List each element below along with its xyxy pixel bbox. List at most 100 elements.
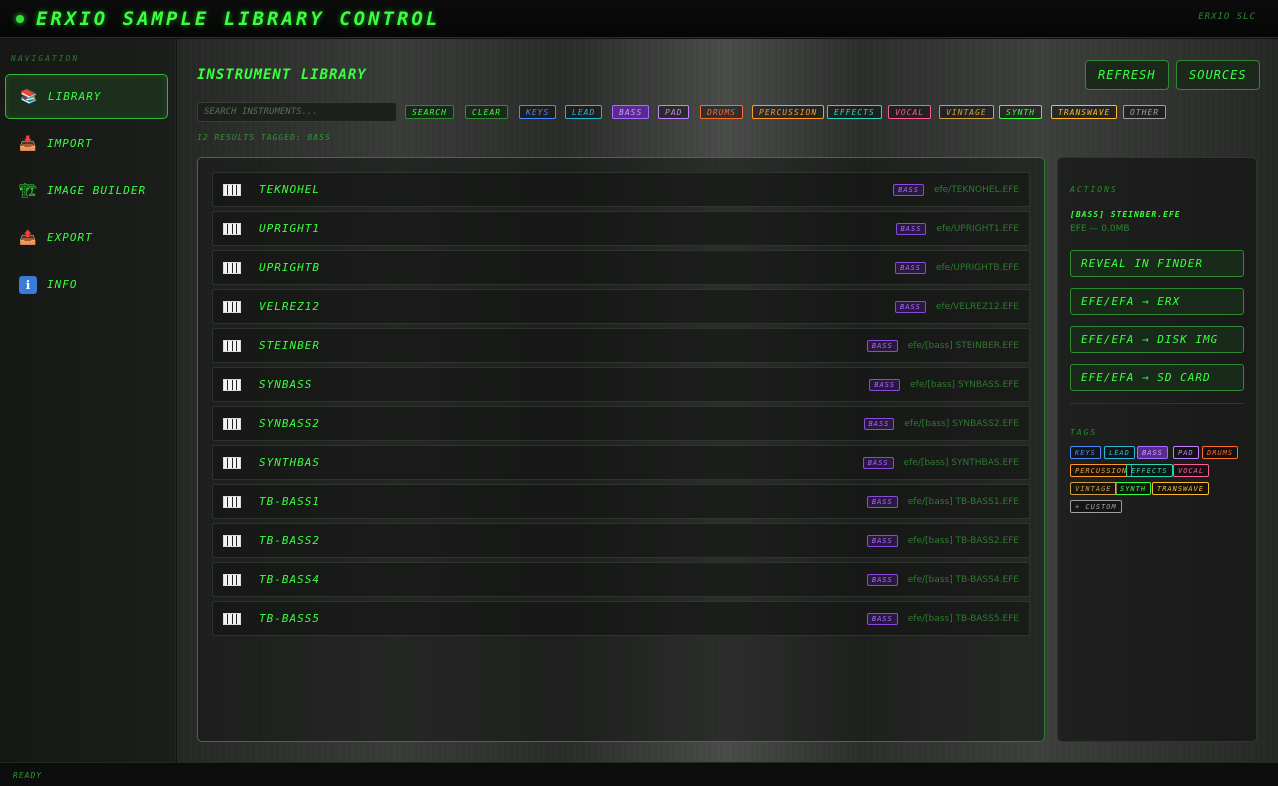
tag-badge: BASS — [866, 339, 898, 352]
filter-chip-vintage[interactable]: VINTAGE — [939, 105, 994, 119]
tag-badge: BASS — [866, 495, 898, 508]
list-item[interactable]: VELREZ12 BASS efe/VELREZ12.EFE — [212, 289, 1030, 324]
list-item[interactable]: SYNTHBAS BASS efe/[bass] SYNTHBAS.EFE — [212, 445, 1030, 480]
page-title: INSTRUMENT LIBRARY — [197, 67, 367, 83]
list-item[interactable]: TEKNOHEL BASS efe/TEKNOHEL.EFE — [212, 172, 1030, 207]
search-input[interactable] — [197, 102, 397, 122]
piano-keys-icon — [223, 534, 241, 547]
list-item[interactable]: SYNBASS BASS efe/[bass] SYNBASS.EFE — [212, 367, 1030, 402]
list-item[interactable]: STEINBER BASS efe/[bass] STEINBER.EFE — [212, 328, 1030, 363]
tag-badge: BASS — [895, 300, 926, 313]
row-meta: BASS efe/[bass] TB-BASS1.EFE — [866, 495, 1019, 508]
sidebar-item-import[interactable]: 📥 IMPORT — [5, 121, 168, 166]
instrument-list: TEKNOHEL BASS efe/TEKNOHEL.EFE UPRIGHT1 BASS… — [197, 157, 1045, 742]
row-meta: BASS efe/VELREZ12.EFE — [895, 300, 1019, 313]
tag-chip-percussion[interactable]: PERCUSSION — [1070, 464, 1133, 477]
instrument-name: VELREZ12 — [259, 300, 320, 313]
tag-chip-drums[interactable]: DRUMS — [1202, 446, 1239, 459]
filter-chip-vocal[interactable]: VOCAL — [888, 105, 932, 119]
app-title: ERXIO SAMPLE LIBRARY CONTROL — [36, 7, 441, 30]
tag-chip-bass[interactable]: BASS — [1137, 446, 1168, 459]
file-path: efe/[bass] TB-BASS1.EFE — [907, 496, 1019, 507]
filter-chip-synth[interactable]: SYNTH — [999, 105, 1043, 119]
sidebar-item-info[interactable]: ℹ INFO — [5, 262, 168, 307]
convert-to-erx-button[interactable]: EFE/EFA → ERX — [1070, 288, 1244, 315]
tag-badge: BASS — [866, 612, 898, 625]
filter-chip-keys[interactable]: KEYS — [519, 105, 557, 119]
file-path: efe/[bass] TB-BASS4.EFE — [907, 574, 1019, 585]
convert-to-disk-img-button[interactable]: EFE/EFA → DISK IMG — [1070, 326, 1244, 353]
tag-chip-pad[interactable]: PAD — [1173, 446, 1199, 459]
filter-chip-drums[interactable]: DRUMS — [700, 105, 744, 119]
row-meta: BASS efe/[bass] TB-BASS2.EFE — [866, 534, 1019, 547]
filter-chip-other[interactable]: OTHER — [1123, 105, 1167, 119]
instrument-name: TEKNOHEL — [259, 183, 320, 196]
list-item[interactable]: TB-BASS1 BASS efe/[bass] TB-BASS1.EFE — [212, 484, 1030, 519]
filter-chip-percussion[interactable]: PERCUSSION — [752, 105, 825, 119]
file-path: efe/TEKNOHEL.EFE — [933, 184, 1019, 195]
piano-keys-icon — [223, 612, 241, 625]
instrument-name: TB-BASS4 — [259, 573, 320, 586]
tag-chip-synth[interactable]: SYNTH — [1115, 482, 1152, 495]
row-meta: BASS efe/[bass] SYNTHBAS.EFE — [862, 456, 1019, 469]
file-path: efe/VELREZ12.EFE — [935, 301, 1019, 312]
sources-button[interactable]: SOURCES — [1176, 60, 1260, 90]
instrument-name: UPRIGHT1 — [259, 222, 320, 235]
row-meta: BASS efe/[bass] STEINBER.EFE — [866, 339, 1019, 352]
status-led-icon — [16, 14, 24, 23]
sidebar-item-label: IMAGE BUILDER — [47, 184, 147, 197]
filter-chip-transwave[interactable]: TRANSWAVE — [1051, 105, 1118, 119]
brand-label: ERXIO SLC — [1198, 12, 1256, 22]
selected-file-name: [BASS] STEINBER.EFE — [1070, 210, 1181, 219]
tag-badge: BASS — [862, 456, 894, 469]
tag-badge: BASS — [869, 378, 901, 391]
sidebar-item-label: EXPORT — [47, 231, 93, 244]
sidebar-item-label: LIBRARY — [48, 90, 102, 103]
tag-chip-effects[interactable]: EFFECTS — [1126, 464, 1173, 477]
instrument-name: STEINBER — [259, 339, 320, 352]
list-item[interactable]: UPRIGHT1 BASS efe/UPRIGHT1.EFE — [212, 211, 1030, 246]
sidebar-item-library[interactable]: 📚 LIBRARY — [5, 74, 168, 119]
piano-keys-icon — [223, 222, 241, 235]
search-button[interactable]: SEARCH — [405, 105, 454, 119]
convert-to-sd-card-button[interactable]: EFE/EFA → SD CARD — [1070, 364, 1244, 391]
tag-chip-vintage[interactable]: VINTAGE — [1070, 482, 1117, 495]
filter-chip-bass[interactable]: BASS — [612, 105, 650, 119]
clear-button[interactable]: CLEAR — [465, 105, 509, 119]
list-item[interactable]: TB-BASS4 BASS efe/[bass] TB-BASS4.EFE — [212, 562, 1030, 597]
refresh-button[interactable]: REFRESH — [1085, 60, 1169, 90]
actions-panel: ACTIONS [BASS] STEINBER.EFE EFE — 0.0MB … — [1057, 157, 1257, 742]
row-meta: BASS efe/[bass] TB-BASS5.EFE — [866, 612, 1019, 625]
instrument-name: SYNTHBAS — [259, 456, 320, 469]
row-meta: BASS efe/[bass] TB-BASS4.EFE — [866, 573, 1019, 586]
filter-chip-effects[interactable]: EFFECTS — [827, 105, 882, 119]
row-meta: BASS efe/TEKNOHEL.EFE — [893, 183, 1019, 196]
add-custom-tag-button[interactable]: + CUSTOM — [1070, 500, 1122, 513]
file-path: efe/[bass] TB-BASS2.EFE — [907, 535, 1019, 546]
nav-heading: NAVIGATION — [11, 54, 80, 63]
filter-chip-lead[interactable]: LEAD — [565, 105, 603, 119]
row-meta: BASS efe/UPRIGHT1.EFE — [895, 222, 1019, 235]
outbox-tray-icon: 📤 — [19, 229, 37, 246]
piano-keys-icon — [223, 417, 241, 430]
sidebar-item-export[interactable]: 📤 EXPORT — [5, 215, 168, 260]
list-item[interactable]: UPRIGHTB BASS efe/UPRIGHTB.EFE — [212, 250, 1030, 285]
piano-keys-icon — [223, 456, 241, 469]
actions-heading: ACTIONS — [1070, 185, 1118, 194]
piano-keys-icon — [223, 261, 241, 274]
tag-chip-transwave[interactable]: TRANSWAVE — [1152, 482, 1209, 495]
tag-chip-vocal[interactable]: VOCAL — [1173, 464, 1210, 477]
tag-chip-keys[interactable]: KEYS — [1070, 446, 1101, 459]
list-item[interactable]: TB-BASS2 BASS efe/[bass] TB-BASS2.EFE — [212, 523, 1030, 558]
reveal-in-finder-button[interactable]: REVEAL IN FINDER — [1070, 250, 1244, 277]
tag-chip-lead[interactable]: LEAD — [1104, 446, 1135, 459]
file-path: efe/[bass] SYNTHBAS.EFE — [903, 457, 1019, 468]
piano-keys-icon — [223, 573, 241, 586]
crane-icon: 🏗 — [19, 182, 37, 199]
filter-chip-pad[interactable]: PAD — [658, 105, 690, 119]
instrument-name: TB-BASS2 — [259, 534, 320, 547]
status-text: READY — [13, 771, 43, 780]
list-item[interactable]: TB-BASS5 BASS efe/[bass] TB-BASS5.EFE — [212, 601, 1030, 636]
list-item[interactable]: SYNBASS2 BASS efe/[bass] SYNBASS2.EFE — [212, 406, 1030, 441]
sidebar-item-image-builder[interactable]: 🏗 IMAGE BUILDER — [5, 168, 168, 213]
